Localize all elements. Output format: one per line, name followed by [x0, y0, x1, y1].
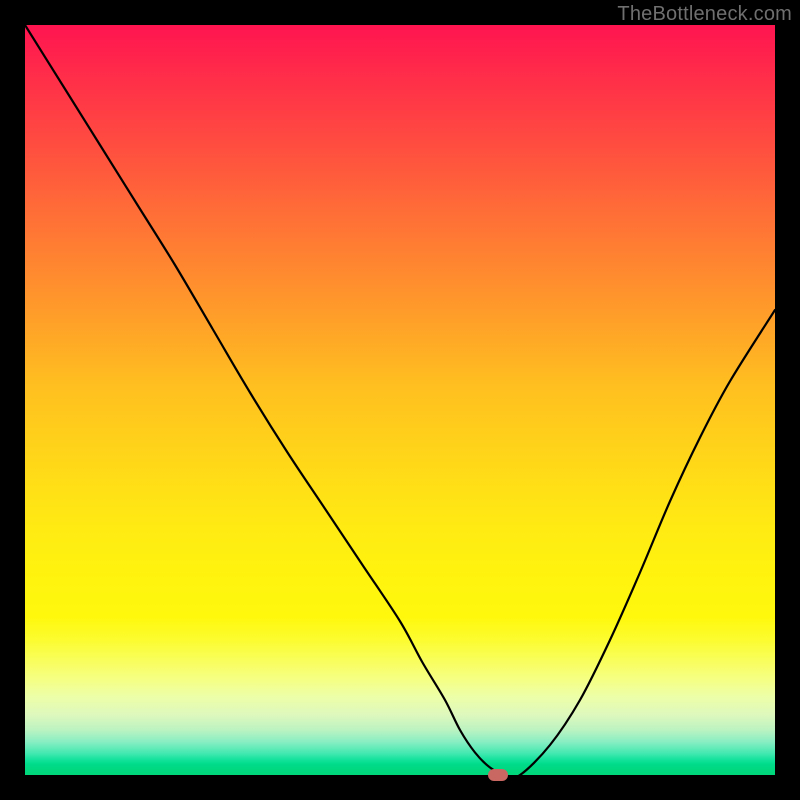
optimal-marker [488, 769, 508, 781]
chart-frame: TheBottleneck.com [0, 0, 800, 800]
plot-area [25, 25, 775, 775]
bottleneck-curve [25, 25, 775, 775]
watermark-text: TheBottleneck.com [617, 3, 792, 26]
curve-svg [25, 25, 775, 775]
